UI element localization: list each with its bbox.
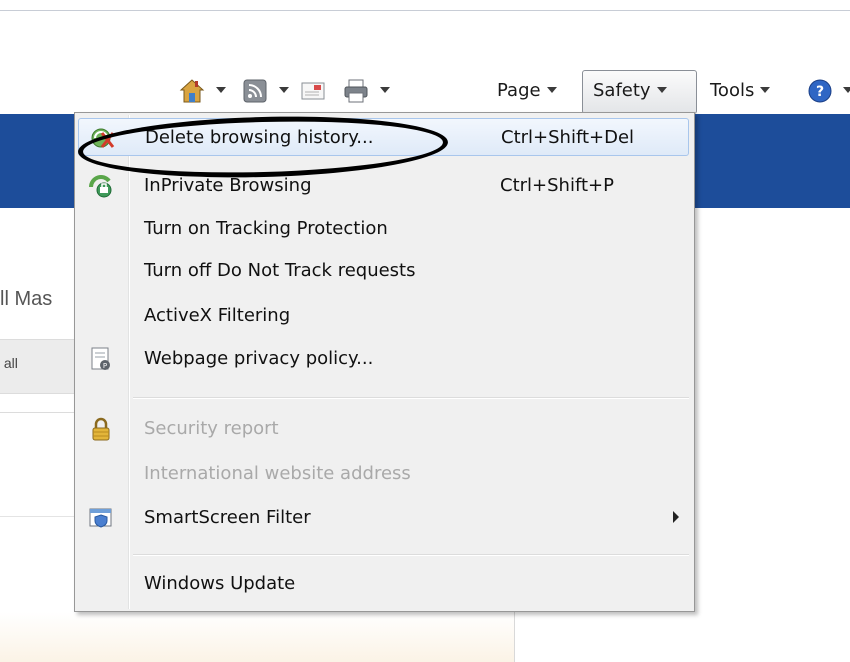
read-mail-icon[interactable] (299, 76, 327, 106)
print-icon[interactable] (342, 76, 370, 106)
menu-item-label: Webpage privacy policy... (144, 348, 374, 369)
menu-item-label: Turn on Tracking Protection (144, 218, 388, 239)
menu-separator (133, 397, 689, 399)
menu-item-label: ActiveX Filtering (144, 305, 291, 326)
tools-menu-button[interactable]: Tools (710, 80, 771, 101)
menu-item-label: Security report (144, 418, 279, 439)
menu-item-label: Turn off Do Not Track requests (144, 260, 416, 281)
menu-item-turn-off-do-not-track[interactable]: Turn off Do Not Track requests (78, 252, 689, 290)
background-divider (514, 612, 515, 662)
menu-item-label: InPrivate Browsing (144, 175, 312, 196)
menu-item-activex-filtering[interactable]: ActiveX Filtering (78, 297, 689, 335)
home-dropdown-arrow[interactable] (216, 87, 226, 93)
safety-menu-label-wrap[interactable]: Safety (593, 80, 667, 101)
background-content-panel (0, 612, 514, 662)
chevron-right-icon (673, 511, 679, 523)
background-divider (0, 412, 74, 413)
menu-item-turn-on-tracking-protection[interactable]: Turn on Tracking Protection (78, 210, 689, 248)
svg-text:P: P (103, 362, 107, 370)
chevron-down-icon (656, 87, 667, 93)
menu-item-label: International website address (144, 463, 411, 484)
print-dropdown-arrow[interactable] (380, 87, 390, 93)
background-divider (0, 516, 74, 517)
menu-item-webpage-privacy-policy[interactable]: P Webpage privacy policy... (78, 340, 689, 378)
home-icon[interactable] (178, 76, 206, 106)
privacy-policy-icon: P (91, 347, 110, 370)
menu-separator (133, 554, 689, 556)
menu-item-label: Windows Update (144, 573, 296, 594)
menu-item-security-report: Security report (78, 410, 689, 448)
menu-item-label: SmartScreen Filter (144, 507, 311, 528)
background-heading-fragment: ll Mas (0, 288, 53, 310)
chevron-down-icon (760, 87, 771, 93)
help-dropdown-arrow[interactable] (843, 87, 850, 93)
tools-menu-label: Tools (710, 80, 755, 101)
page-menu-label: Page (497, 80, 541, 101)
feeds-icon[interactable] (241, 76, 269, 106)
svg-text:?: ? (816, 84, 824, 100)
page-menu-button[interactable]: Page (497, 80, 557, 101)
menu-item-shortcut: Ctrl+Shift+P (500, 175, 614, 196)
menu-item-shortcut: Ctrl+Shift+Del (501, 127, 635, 148)
command-bar: Page Safety Tools ? (0, 70, 850, 114)
safety-menu-label: Safety (593, 80, 651, 101)
background-tab-fragment[interactable]: all (0, 355, 18, 371)
menu-item-smartscreen-filter[interactable]: SmartScreen Filter (78, 499, 689, 537)
lock-icon (92, 417, 110, 441)
window-top-border (0, 10, 850, 11)
feeds-dropdown-arrow[interactable] (279, 87, 289, 93)
smartscreen-icon (89, 508, 112, 528)
chevron-down-icon (546, 87, 557, 93)
safety-dropdown-menu: Delete browsing history... Ctrl+Shift+De… (74, 112, 695, 612)
help-icon[interactable]: ? (806, 76, 834, 106)
menu-item-windows-update[interactable]: Windows Update (78, 565, 689, 603)
inprivate-icon (89, 175, 112, 198)
menu-item-international-website-address: International website address (78, 455, 689, 493)
